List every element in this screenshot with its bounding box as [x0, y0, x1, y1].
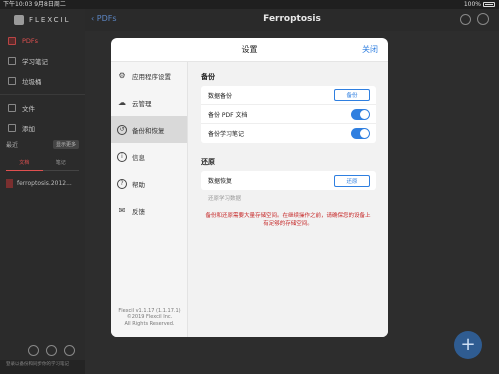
- backup-row-pdf: 备份 PDF 文档: [201, 105, 376, 124]
- storage-warning: 备份和还原需要大量存储空间。在继续操作之前，请确保您的设备上有足够的存储空间。: [205, 213, 371, 227]
- status-time-date: 下午10:03 9月8日周二: [3, 1, 66, 8]
- backup-notes-toggle[interactable]: [351, 128, 370, 139]
- menu-item-label: 应用程序设置: [132, 72, 171, 81]
- sidebar-item-label: 垃圾桶: [22, 78, 42, 86]
- sidebar-item-notes[interactable]: 学习笔记: [0, 51, 85, 71]
- add-button[interactable]: +: [454, 331, 482, 359]
- sidebar-item-label: 文件: [22, 105, 35, 113]
- flexcil-logo-icon: [14, 15, 24, 25]
- status-bar: 下午10:03 9月8日周二 100%: [0, 0, 499, 9]
- settings-menu: ⚙ 应用程序设置 ☁ 云管理 ↺ 备份和恢复 i 信息 ? 帮助 ✉ 反馈 Fl…: [111, 62, 188, 337]
- recent-header: 最近 显示更多: [0, 138, 85, 151]
- restore-button[interactable]: 还原: [334, 174, 370, 187]
- menu-item-feedback[interactable]: ✉ 反馈: [111, 197, 187, 224]
- sidebar-item-label: 添加: [22, 125, 35, 133]
- pdf-icon: [8, 37, 16, 45]
- menu-item-backup-restore[interactable]: ↺ 备份和恢复: [111, 116, 187, 143]
- trash-icon: [8, 77, 16, 85]
- backup-pdf-toggle[interactable]: [351, 108, 370, 120]
- backup-row-data: 数据备份 备份: [201, 86, 376, 105]
- brand-name: FLEXCIL: [29, 16, 71, 24]
- restore-section-title: 还原: [201, 158, 215, 166]
- menu-item-label: 信息: [132, 153, 145, 162]
- modal-header: 设置 关闭: [111, 38, 388, 62]
- status-right: 100%: [464, 0, 495, 9]
- info-icon: i: [117, 151, 127, 162]
- sidebar-item-label: PDFs: [22, 37, 39, 45]
- menu-item-label: 帮助: [132, 180, 145, 189]
- mail-icon[interactable]: [28, 345, 39, 356]
- menu-item-info[interactable]: i 信息: [111, 143, 187, 170]
- row-label: 数据恢复: [208, 178, 233, 185]
- menu-item-label: 云管理: [132, 99, 152, 108]
- battery-icon: [483, 2, 495, 7]
- row-label: 备份学习笔记: [208, 131, 245, 138]
- sidebar-item-files[interactable]: 文件: [0, 98, 85, 118]
- tab-notes[interactable]: 笔记: [42, 155, 79, 171]
- menu-item-help[interactable]: ? 帮助: [111, 170, 187, 197]
- file-name: ferroptosis.2012...: [17, 180, 72, 187]
- gear-icon: ⚙: [118, 71, 126, 80]
- menu-item-label: 备份和恢复: [132, 126, 165, 135]
- backup-card: 数据备份 备份 备份 PDF 文档 备份学习笔记: [201, 86, 376, 143]
- sidebar-item-add[interactable]: 添加: [0, 118, 85, 138]
- top-nav: ‹ PDFs Ferroptosis: [85, 9, 499, 31]
- sidebar-item-pdfs[interactable]: PDFs: [0, 31, 85, 51]
- mail-icon: ✉: [118, 206, 126, 215]
- cloud-icon: ☁: [118, 98, 126, 107]
- modal-title: 设置: [241, 45, 258, 54]
- row-label: 数据备份: [208, 92, 233, 100]
- app-sidebar: FLEXCIL PDFs 学习笔记 垃圾桶 文件 添加 最近 显示更多 文档 笔…: [0, 9, 85, 374]
- backup-restore-icon: ↺: [117, 124, 127, 135]
- row-label: 备份 PDF 文档: [208, 111, 248, 119]
- tab-documents[interactable]: 文档: [6, 155, 43, 171]
- pdf-file-icon: [6, 179, 13, 188]
- show-more-button[interactable]: 显示更多: [52, 140, 79, 149]
- folder-icon: [8, 104, 16, 112]
- backup-button[interactable]: 备份: [334, 89, 370, 101]
- battery-percent: 100%: [463, 1, 481, 8]
- restore-row-data: 数据恢复 还原: [201, 171, 376, 190]
- login-prompt[interactable]: 登录以备份和同步你的学习笔记: [0, 360, 85, 374]
- help-icon: ?: [117, 178, 127, 189]
- backup-row-notes: 备份学习笔记: [201, 124, 376, 143]
- version-info: Flexcil v1.1.17 (1.1.17.1) ©2019 Flexcil…: [111, 308, 188, 328]
- divider: [0, 94, 85, 95]
- backup-section-title: 备份: [201, 73, 215, 81]
- rights-text: All Rights Reserved.: [124, 320, 175, 327]
- page-title: Ferroptosis: [263, 14, 321, 24]
- settings-content: 备份 数据备份 备份 备份 PDF 文档 备份学习笔记 还原 数据恢复 还原 还…: [188, 62, 388, 337]
- sidebar-actions: [28, 345, 75, 356]
- menu-item-label: 反馈: [132, 207, 145, 216]
- search-icon[interactable]: [460, 14, 471, 25]
- list-item[interactable]: ferroptosis.2012...: [0, 175, 85, 192]
- brand: FLEXCIL: [0, 9, 85, 31]
- select-icon[interactable]: [477, 13, 489, 25]
- close-button[interactable]: 关闭: [362, 44, 378, 55]
- menu-item-cloud[interactable]: ☁ 云管理: [111, 89, 187, 116]
- sidebar-item-trash[interactable]: 垃圾桶: [0, 71, 85, 91]
- restore-subtext: 还原学习数据: [208, 196, 242, 202]
- recent-tabs: 文档 笔记: [6, 155, 79, 171]
- add-icon: [8, 124, 16, 132]
- help-icon[interactable]: [46, 345, 57, 356]
- settings-modal: 设置 关闭 ⚙ 应用程序设置 ☁ 云管理 ↺ 备份和恢复 i 信息 ? 帮助 ✉…: [111, 38, 388, 337]
- notebook-icon: [8, 57, 16, 65]
- gear-icon[interactable]: [64, 345, 75, 356]
- recent-label: 最近: [6, 142, 19, 149]
- sidebar-item-label: 学习笔记: [22, 58, 48, 66]
- restore-card: 数据恢复 还原: [201, 171, 376, 190]
- menu-item-app-settings[interactable]: ⚙ 应用程序设置: [111, 62, 187, 89]
